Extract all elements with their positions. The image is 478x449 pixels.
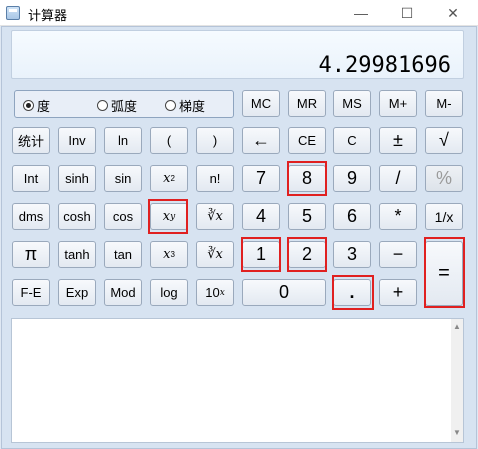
percent-button[interactable]: %	[425, 165, 463, 192]
result-display: 4.29981696	[11, 30, 464, 79]
title-bar: 计算器 — ☐ ✕	[0, 0, 478, 26]
radio-radians[interactable]: 弧度	[97, 97, 138, 114]
pi-button[interactable]: π	[12, 241, 50, 268]
square-button[interactable]: x2	[150, 165, 188, 192]
radio-unselected-icon	[165, 99, 176, 111]
m-plus-button[interactable]: M+	[379, 90, 417, 117]
digit-8-button[interactable]: 8	[288, 165, 326, 192]
clear-button[interactable]: C	[333, 127, 371, 154]
digit-2-button[interactable]: 2	[288, 241, 326, 268]
scroll-down-icon[interactable]: ▼	[452, 428, 462, 437]
mr-button[interactable]: MR	[288, 90, 326, 117]
display-value: 4.29981696	[318, 53, 451, 78]
tan-button[interactable]: tan	[104, 241, 142, 268]
angle-mode-group: 度 弧度 梯度	[14, 90, 234, 118]
add-button[interactable]: +	[379, 279, 417, 306]
radio-radians-label: 弧度	[111, 98, 138, 114]
digit-0-button[interactable]: 0	[242, 279, 326, 306]
power-button[interactable]: xy	[150, 203, 188, 230]
sinh-button[interactable]: sinh	[58, 165, 96, 192]
mc-button[interactable]: MC	[242, 90, 280, 117]
multiply-button[interactable]: *	[379, 203, 417, 230]
factorial-button[interactable]: n!	[196, 165, 234, 192]
ten-power-base: 10	[205, 285, 220, 300]
digit-9-button[interactable]: 9	[333, 165, 371, 192]
digit-3-button[interactable]: 3	[333, 241, 371, 268]
int-button[interactable]: Int	[12, 165, 50, 192]
radio-degrees[interactable]: 度	[23, 97, 51, 114]
fe-button[interactable]: F-E	[12, 279, 50, 306]
ce-button[interactable]: CE	[288, 127, 326, 154]
history-panel[interactable]	[11, 318, 464, 443]
tanh-button[interactable]: tanh	[58, 241, 96, 268]
power-exp: y	[170, 211, 176, 222]
decimal-button[interactable]: .	[333, 279, 371, 306]
maximize-button[interactable]: ☐	[384, 0, 430, 26]
right-paren-button[interactable]: )	[196, 127, 234, 154]
m-minus-button[interactable]: M-	[425, 90, 463, 117]
ten-power-exp: x	[219, 287, 225, 298]
cube-root-button[interactable]: ∛x	[196, 241, 234, 268]
divide-button[interactable]: /	[379, 165, 417, 192]
close-button[interactable]: ✕	[430, 0, 476, 26]
ms-button[interactable]: MS	[333, 90, 371, 117]
cos-button[interactable]: cos	[104, 203, 142, 230]
subtract-button[interactable]: −	[379, 241, 417, 268]
square-exp: 2	[170, 174, 175, 183]
sqrt-button[interactable]: √	[425, 127, 463, 154]
digit-4-button[interactable]: 4	[242, 203, 280, 230]
radio-gradians-label: 梯度	[179, 98, 206, 114]
minimize-button[interactable]: —	[338, 0, 384, 26]
ln-button[interactable]: ln	[104, 127, 142, 154]
cosh-button[interactable]: cosh	[58, 203, 96, 230]
ten-power-button[interactable]: 10 x	[196, 279, 234, 306]
scroll-up-icon[interactable]: ▲	[452, 322, 462, 331]
digit-1-button[interactable]: 1	[242, 241, 280, 268]
mod-button[interactable]: Mod	[104, 279, 142, 306]
y-root-button[interactable]: ∛x	[196, 203, 234, 230]
dms-button[interactable]: dms	[12, 203, 50, 230]
radio-gradians[interactable]: 梯度	[165, 97, 206, 114]
radio-selected-icon	[23, 99, 34, 111]
exp-button[interactable]: Exp	[58, 279, 96, 306]
digit-7-button[interactable]: 7	[242, 165, 280, 192]
cube-exp: 3	[170, 250, 175, 259]
digit-5-button[interactable]: 5	[288, 203, 326, 230]
backspace-button[interactable]: ←	[242, 127, 280, 154]
square-base: x	[163, 171, 171, 186]
log-button[interactable]: log	[150, 279, 188, 306]
calculator-app-icon	[6, 6, 20, 20]
sin-button[interactable]: sin	[104, 165, 142, 192]
radio-degrees-label: 度	[37, 98, 51, 114]
cube-button[interactable]: x3	[150, 241, 188, 268]
history-scrollbar[interactable]	[451, 319, 463, 442]
inv-button[interactable]: Inv	[58, 127, 96, 154]
equals-button[interactable]: =	[425, 241, 463, 306]
cube-base: x	[163, 247, 171, 262]
window-title: 计算器	[28, 8, 68, 23]
digit-6-button[interactable]: 6	[333, 203, 371, 230]
reciprocal-button[interactable]: 1/x	[425, 203, 463, 230]
plus-minus-button[interactable]: ±	[379, 127, 417, 154]
radio-unselected-icon	[97, 99, 108, 111]
statistics-button[interactable]: 统计	[12, 127, 50, 154]
left-paren-button[interactable]: (	[150, 127, 188, 154]
